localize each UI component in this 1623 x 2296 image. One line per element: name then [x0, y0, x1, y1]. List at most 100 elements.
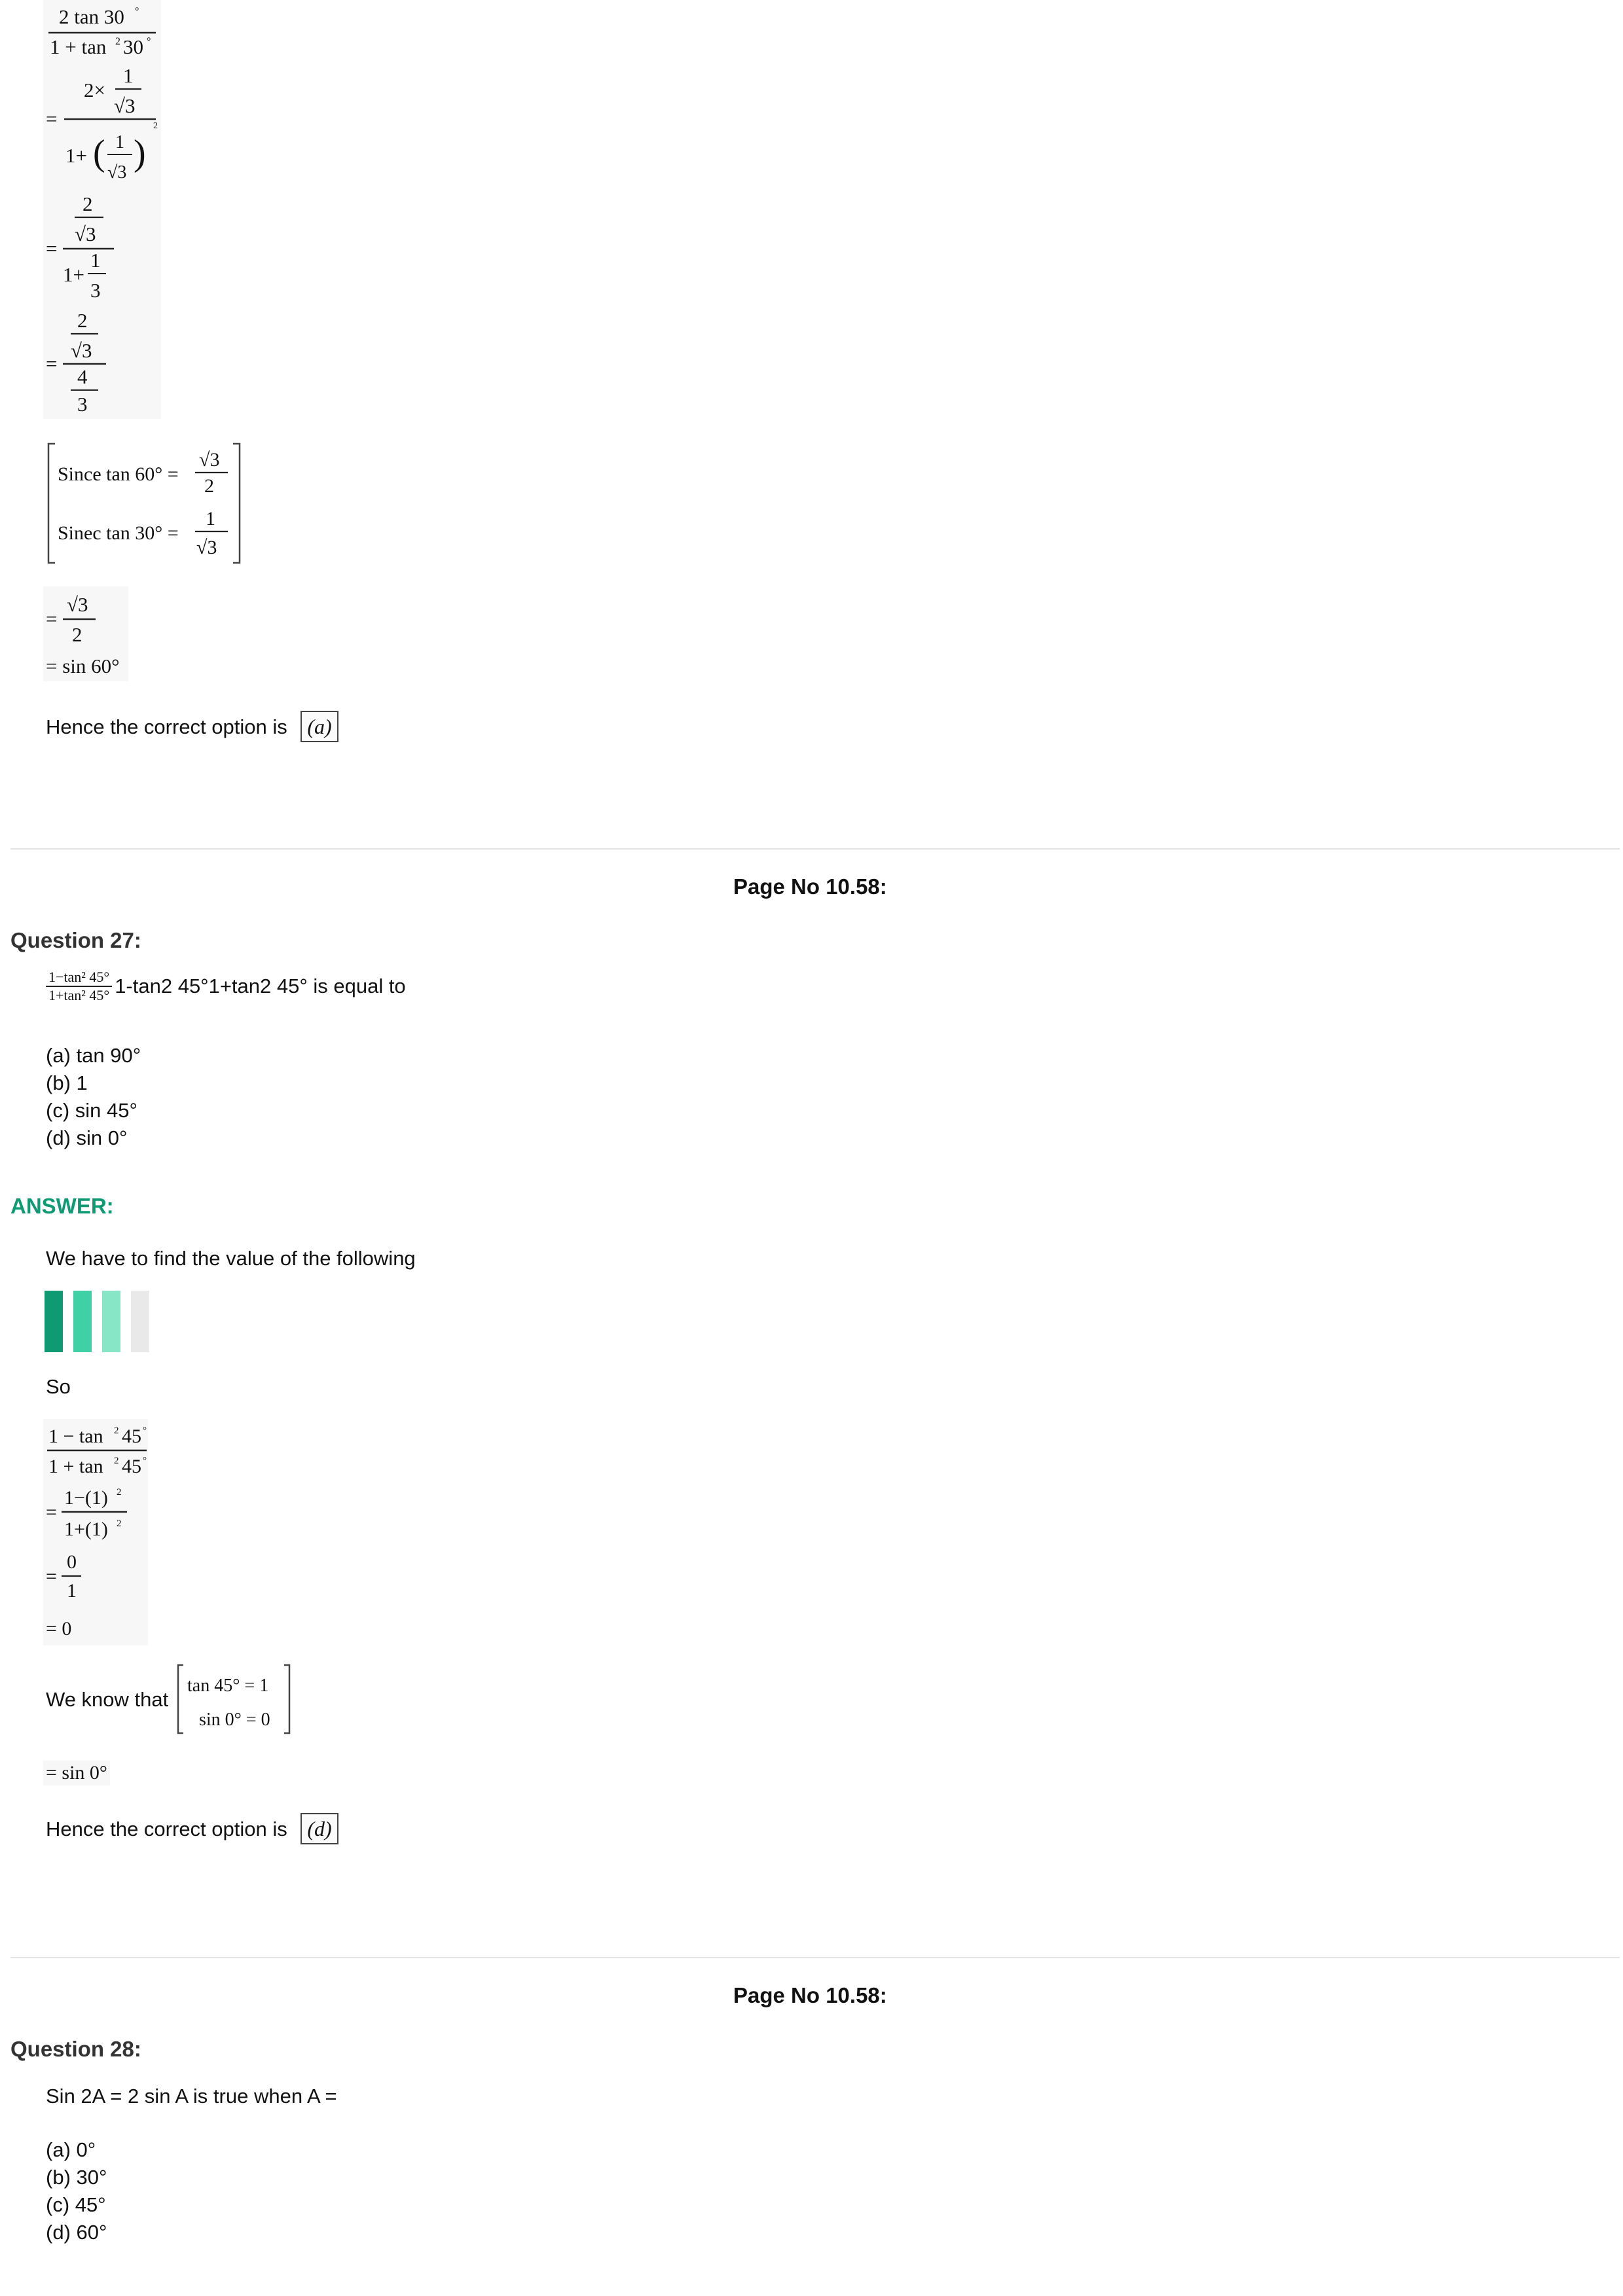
question-27-title: Question 27:: [10, 928, 141, 952]
since-line2-den: √3: [196, 537, 217, 558]
svg-text:1+(1): 1+(1): [64, 1518, 108, 1540]
math-figure-q27: 1 − tan 2 45 ° 1 + tan 2 45 ° 1−(1) 2 = …: [46, 1426, 147, 1640]
we-know-label: We know that: [46, 1688, 169, 1711]
option-c: (c) sin 45°: [46, 1099, 137, 1122]
svg-text:=: =: [46, 107, 57, 130]
svg-text:(: (: [93, 133, 105, 173]
placeholder-bar-2: [73, 1291, 92, 1352]
option-a: (a) 0°: [46, 2138, 96, 2161]
svg-text:2: 2: [115, 36, 120, 47]
option-a: (a) tan 90°: [46, 1044, 141, 1067]
option-d: (d) sin 0°: [46, 1126, 128, 1149]
know-line1: tan 45° = 1: [187, 1676, 268, 1696]
svg-text:1: 1: [115, 132, 124, 152]
option-b: (b) 1: [46, 1071, 88, 1094]
loading-placeholder-bars: [45, 1291, 153, 1352]
math-block-tan60-derivation: 2 tan 30 ° 1 + tan 2 30 ° = 2× 1 √3 2 1+…: [43, 0, 161, 419]
svg-text:1: 1: [90, 249, 101, 272]
svg-text:4: 4: [77, 365, 88, 388]
so-label-27: So: [46, 1375, 71, 1398]
since-line2-label: Sinec tan 30° =: [58, 522, 179, 544]
svg-text:2: 2: [114, 1426, 119, 1436]
svg-text:): ): [134, 133, 146, 173]
svg-text:=: =: [46, 352, 57, 375]
since-line1-label: Since tan 60° =: [58, 463, 179, 485]
conclusion-text-section1: Hence the correct option is (a): [46, 711, 338, 742]
since-line1-den: 2: [204, 475, 214, 497]
conclusion-text-27: Hence the correct option is (d): [46, 1813, 338, 1844]
svg-text:3: 3: [77, 393, 88, 416]
we-know-bracket-box: tan 45° = 1 sin 0° = 0: [175, 1662, 293, 1736]
svg-text:2 tan 30: 2 tan 30: [59, 5, 124, 28]
svg-text:1−(1): 1−(1): [64, 1487, 108, 1509]
question-27-fraction-image: 1−tan² 45° 1+tan² 45°: [46, 969, 113, 1004]
page-number-label-2: Page No 10.58:: [733, 1983, 887, 2007]
svg-text:0: 0: [67, 1551, 77, 1573]
question-27-text: 1-tan2 45°1+tan2 45° is equal to: [115, 974, 406, 997]
svg-text:2: 2: [82, 192, 93, 215]
svg-text:= sin 60°: = sin 60°: [46, 655, 120, 677]
conclusion-label: Hence the correct option is: [46, 715, 287, 738]
svg-text:45: 45: [122, 1426, 141, 1447]
math-figure-sin60: √3 = 2 = sin 60°: [46, 593, 120, 677]
option-b: (b) 30°: [46, 2166, 107, 2189]
section-divider-2: [10, 1957, 1620, 1958]
svg-text:°: °: [147, 36, 151, 47]
since-bracket-figure: Since tan 60° = √3 2 Sinec tan 30° = 1 √…: [47, 442, 241, 564]
svg-text:=: =: [46, 1566, 57, 1587]
option-d: (d) 60°: [46, 2221, 107, 2244]
placeholder-bar-3: [102, 1291, 120, 1352]
svg-text:2×: 2×: [84, 79, 105, 101]
placeholder-bar-1: [45, 1291, 63, 1352]
svg-text:°: °: [143, 1426, 147, 1436]
page-number-label-1: Page No 10.58:: [733, 874, 887, 899]
svg-text:1 + tan: 1 + tan: [48, 1456, 103, 1477]
svg-text:√3: √3: [107, 162, 126, 183]
option-a-box: (a): [301, 711, 338, 742]
option-d-box: (d): [301, 1813, 338, 1844]
question-27-options: (a) tan 90° (b) 1 (c) sin 45° (d) sin 0°: [46, 1042, 141, 1152]
option-c: (c) 45°: [46, 2193, 106, 2216]
svg-text:=: =: [46, 1501, 57, 1523]
question-28-text: Sin 2A = 2 sin A is true when A =: [46, 2085, 337, 2108]
svg-text:30: 30: [123, 35, 143, 58]
svg-text:45: 45: [122, 1456, 141, 1477]
svg-text:2: 2: [72, 623, 82, 646]
question-28-title: Question 28:: [10, 2037, 141, 2061]
svg-text:2: 2: [77, 309, 88, 332]
since-line2-num: 1: [206, 508, 215, 529]
conclusion-label-27: Hence the correct option is: [46, 1818, 287, 1840]
answer-intro-27: We have to find the value of the followi…: [46, 1247, 416, 1270]
svg-text:1 − tan: 1 − tan: [48, 1426, 103, 1447]
svg-text:√3: √3: [114, 94, 136, 117]
svg-text:1+: 1+: [63, 263, 84, 286]
result-sin0: = sin 0°: [43, 1761, 110, 1785]
know-line2: sin 0° = 0: [199, 1710, 270, 1730]
placeholder-bar-4: [131, 1291, 149, 1352]
svg-text:2: 2: [117, 1518, 122, 1529]
svg-text:2: 2: [153, 121, 158, 131]
svg-text:1+: 1+: [65, 144, 87, 167]
math-block-sin60: √3 = 2 = sin 60°: [43, 586, 128, 681]
question-27-statement: 1−tan² 45° 1+tan² 45° 1-tan2 45°1+tan2 4…: [46, 969, 406, 1004]
since-bracket-box: Since tan 60° = √3 2 Sinec tan 30° = 1 √…: [46, 441, 242, 565]
svg-text:1 + tan: 1 + tan: [50, 35, 107, 58]
svg-text:√3: √3: [75, 223, 96, 245]
svg-text:°: °: [143, 1456, 147, 1466]
svg-text:3: 3: [90, 279, 101, 302]
svg-text:2: 2: [114, 1456, 119, 1466]
svg-text:√3: √3: [67, 593, 88, 616]
svg-text:°: °: [135, 6, 139, 17]
math-block-q27: 1 − tan 2 45 ° 1 + tan 2 45 ° 1−(1) 2 = …: [43, 1419, 148, 1645]
we-know-bracket-figure: tan 45° = 1 sin 0° = 0: [177, 1664, 291, 1734]
math-figure-derivation: 2 tan 30 ° 1 + tan 2 30 ° = 2× 1 √3 2 1+…: [46, 5, 158, 416]
question-28-options: (a) 0° (b) 30° (c) 45° (d) 60°: [46, 2136, 107, 2246]
since-line1-num: √3: [199, 449, 219, 471]
answer-label-27: ANSWER:: [10, 1194, 114, 1218]
svg-text:=: =: [46, 237, 57, 260]
svg-text:1: 1: [123, 64, 134, 87]
svg-text:2: 2: [117, 1487, 122, 1498]
svg-text:1: 1: [67, 1580, 77, 1602]
svg-text:=: =: [46, 607, 57, 630]
svg-text:= 0: = 0: [46, 1618, 71, 1640]
